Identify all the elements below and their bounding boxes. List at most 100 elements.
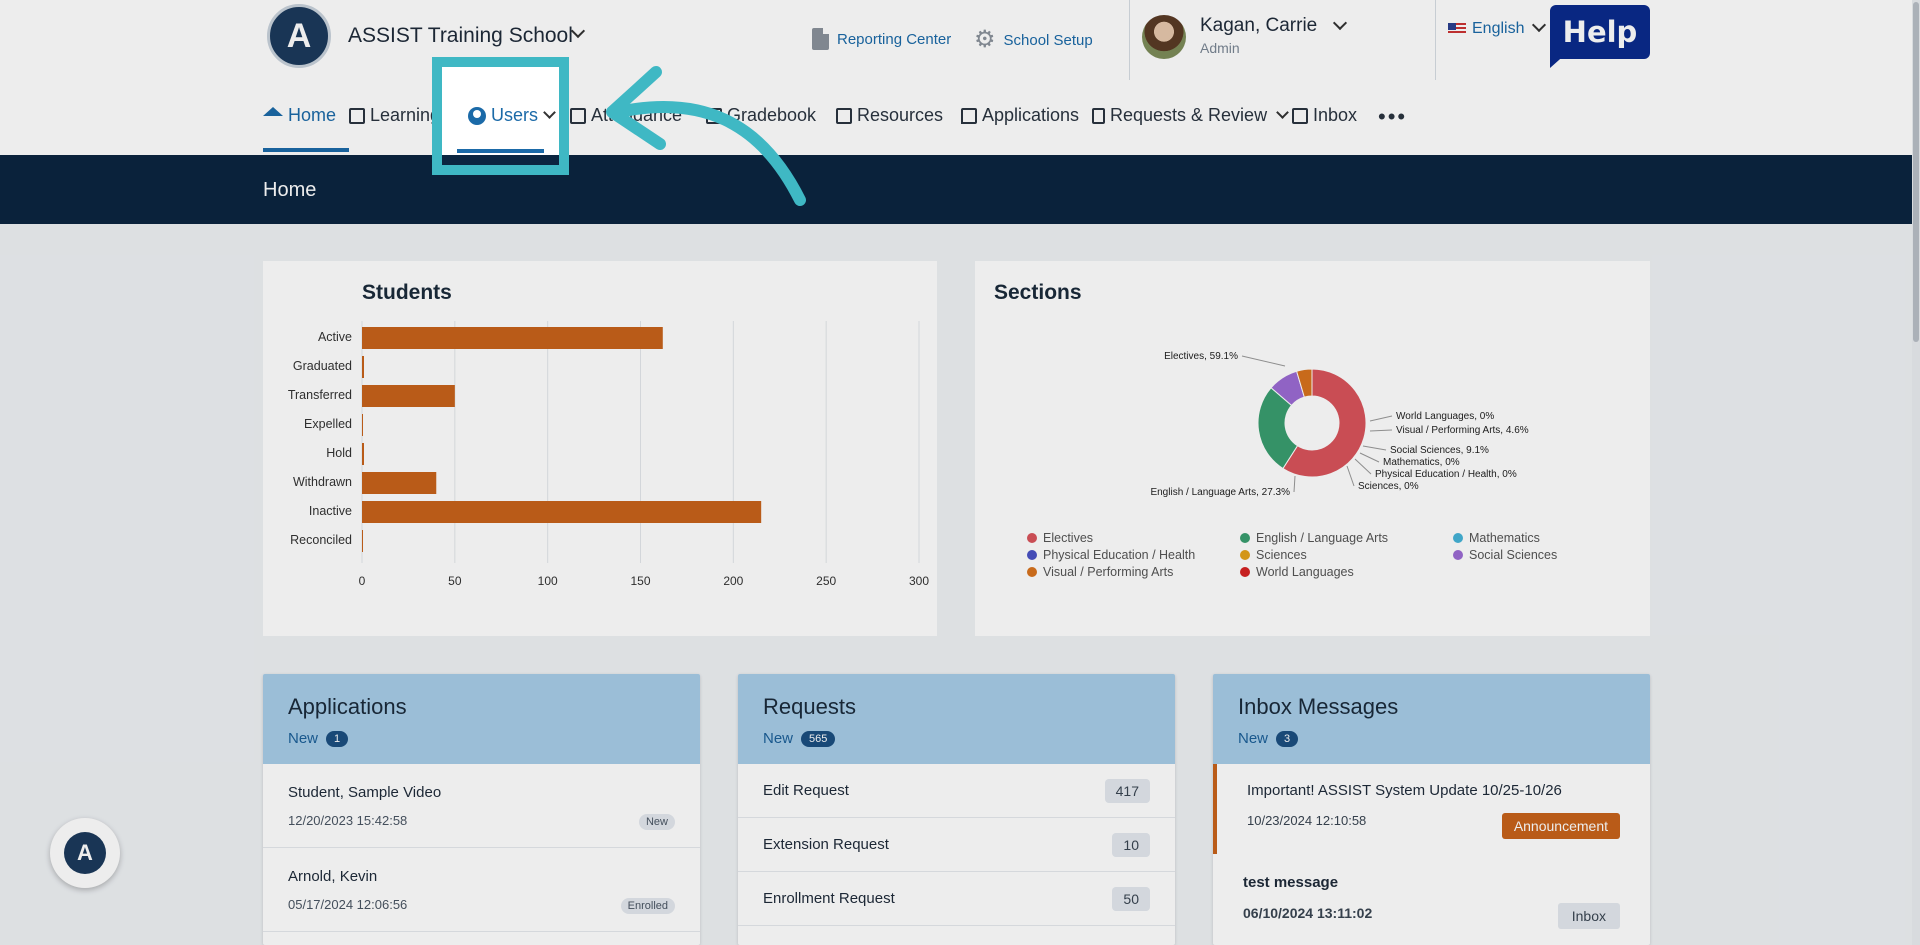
user-chevron-down-icon[interactable]	[1325, 15, 1348, 37]
y-category-label: Graduated	[293, 359, 352, 373]
label-connector	[1293, 475, 1296, 493]
message-subject: Important! ASSIST System Update 10/25-10…	[1247, 782, 1562, 799]
legend-marker	[1453, 533, 1463, 543]
reporting-center-label: Reporting Center	[837, 30, 952, 48]
nav-item-home[interactable]: Home	[263, 105, 336, 126]
list-item[interactable]: Extension Request 10	[738, 818, 1175, 872]
main-nav: Home Learning Attendance Gradebook Resou…	[0, 82, 1920, 155]
language-chevron-down-icon	[1532, 17, 1547, 33]
applicant-name: Arnold, Kevin	[288, 868, 378, 885]
message-item[interactable]: test message 06/10/2024 13:11:02 Inbox	[1213, 854, 1650, 944]
slice-label: Physical Education / Health, 0%	[1375, 469, 1517, 480]
inbox-new[interactable]: New 3	[1238, 730, 1625, 747]
header-divider	[1129, 0, 1130, 80]
nav-active-underline	[263, 148, 349, 152]
school-name[interactable]: ASSIST Training School	[348, 24, 573, 48]
envelope-icon	[1292, 107, 1308, 124]
inbox-title: Inbox Messages	[1238, 694, 1399, 719]
list-item[interactable]: Arnold, Kevin 05/17/2024 12:06:56 Enroll…	[263, 848, 700, 932]
page-title-bar: Home	[0, 155, 1920, 224]
requests-new-count: 565	[801, 730, 836, 747]
reporting-center-link[interactable]: Reporting Center	[812, 28, 951, 50]
scrollbar-thumb[interactable]	[1913, 2, 1919, 342]
bar	[362, 414, 363, 436]
x-tick-label: 100	[538, 574, 558, 588]
y-category-label: Transferred	[288, 388, 352, 402]
x-tick-label: 50	[448, 574, 462, 588]
label-connector	[1369, 429, 1393, 432]
legend-label: Mathematics	[1469, 531, 1540, 545]
x-tick-label: 250	[816, 574, 836, 588]
nav-item-resources[interactable]: Resources	[836, 105, 943, 126]
bar	[362, 443, 364, 465]
request-count: 417	[1104, 778, 1150, 803]
inbox-header: Inbox Messages New 3	[1213, 674, 1650, 764]
school-logo[interactable]: A	[267, 4, 331, 68]
x-tick-label: 200	[723, 574, 743, 588]
learning-icon	[349, 107, 365, 124]
nav-item-inbox[interactable]: Inbox	[1292, 105, 1357, 126]
message-item[interactable]: Important! ASSIST System Update 10/25-10…	[1213, 764, 1650, 854]
help-button[interactable]: Help	[1550, 5, 1650, 59]
document-icon	[812, 28, 829, 50]
y-category-label: Withdrawn	[293, 475, 352, 489]
y-category-label: Reconciled	[290, 533, 352, 547]
slice-label: Visual / Performing Arts, 4.6%	[1396, 425, 1529, 436]
label-connector	[1354, 458, 1372, 475]
school-chevron-down-icon[interactable]	[563, 23, 586, 45]
applications-new[interactable]: New 1	[288, 730, 675, 747]
legend-label: Physical Education / Health	[1043, 548, 1195, 562]
request-count: 10	[1112, 832, 1150, 857]
sections-donut-chart: Electives, 59.1% English / Language Arts,…	[1027, 351, 1557, 579]
user-avatar[interactable]	[1142, 15, 1186, 59]
bar	[362, 501, 762, 523]
legend-marker	[1240, 533, 1250, 543]
user-name[interactable]: Kagan, Carrie	[1200, 15, 1317, 37]
x-tick-label: 0	[359, 574, 366, 588]
school-setup-link[interactable]: ⚙ School Setup	[974, 28, 1093, 52]
applications-new-label: New	[288, 730, 319, 747]
inbox-new-label: New	[1238, 730, 1269, 747]
x-tick-label: 300	[909, 574, 929, 588]
legend-label: Sciences	[1256, 548, 1307, 562]
requests-new[interactable]: New 565	[763, 730, 1150, 747]
user-role: Admin	[1200, 40, 1240, 56]
nav-item-applications[interactable]: Applications	[961, 105, 1079, 126]
list-item[interactable]: Enrollment Request 50	[738, 872, 1175, 926]
legend-marker	[1027, 550, 1037, 560]
y-category-label: Expelled	[304, 417, 352, 431]
language-selector[interactable]: English	[1448, 17, 1547, 38]
sections-card: Sections Electives, 59.1% English / Langu…	[975, 261, 1650, 636]
nav-item-attendance[interactable]: Attendance	[570, 105, 682, 126]
requests-new-label: New	[763, 730, 794, 747]
nav-item-gradebook[interactable]: Gradebook	[706, 105, 816, 126]
nav-attendance-label: Attendance	[591, 105, 683, 125]
status-badge: New	[638, 814, 675, 830]
slice-label: Mathematics, 0%	[1383, 457, 1460, 468]
list-item[interactable]: Edit Request 417	[738, 764, 1175, 818]
application-date: 12/20/2023 15:42:58	[288, 813, 408, 828]
status-badge: Enrolled	[620, 898, 675, 914]
school-setup-label: School Setup	[1003, 31, 1093, 49]
applications-header: Applications New 1	[263, 674, 700, 764]
request-type: Extension Request	[763, 836, 889, 853]
header-divider	[1435, 0, 1436, 80]
list-item[interactable]: Student, Sample Video 12/20/2023 15:42:5…	[263, 764, 700, 848]
more-menu-icon[interactable]: •••	[1378, 106, 1407, 128]
top-header: A ASSIST Training School Reporting Cente…	[0, 0, 1920, 82]
page-scrollbar[interactable]	[1912, 0, 1920, 945]
applications-new-count: 1	[326, 730, 349, 747]
attendance-icon	[570, 107, 586, 124]
legend-label: Visual / Performing Arts	[1043, 565, 1173, 579]
label-connector	[1359, 452, 1380, 463]
request-type: Edit Request	[763, 782, 849, 799]
page-title: Home	[263, 179, 317, 201]
home-icon	[263, 107, 283, 116]
resources-icon	[836, 107, 852, 124]
label-connector	[1362, 445, 1387, 451]
legend-marker	[1453, 550, 1463, 560]
nav-gradebook-label: Gradebook	[727, 105, 817, 125]
assistant-launcher-button[interactable]: A	[50, 818, 120, 888]
nav-item-requests-review[interactable]: Requests & Review	[1092, 105, 1289, 126]
application-date: 05/17/2024 12:06:56	[288, 897, 408, 912]
